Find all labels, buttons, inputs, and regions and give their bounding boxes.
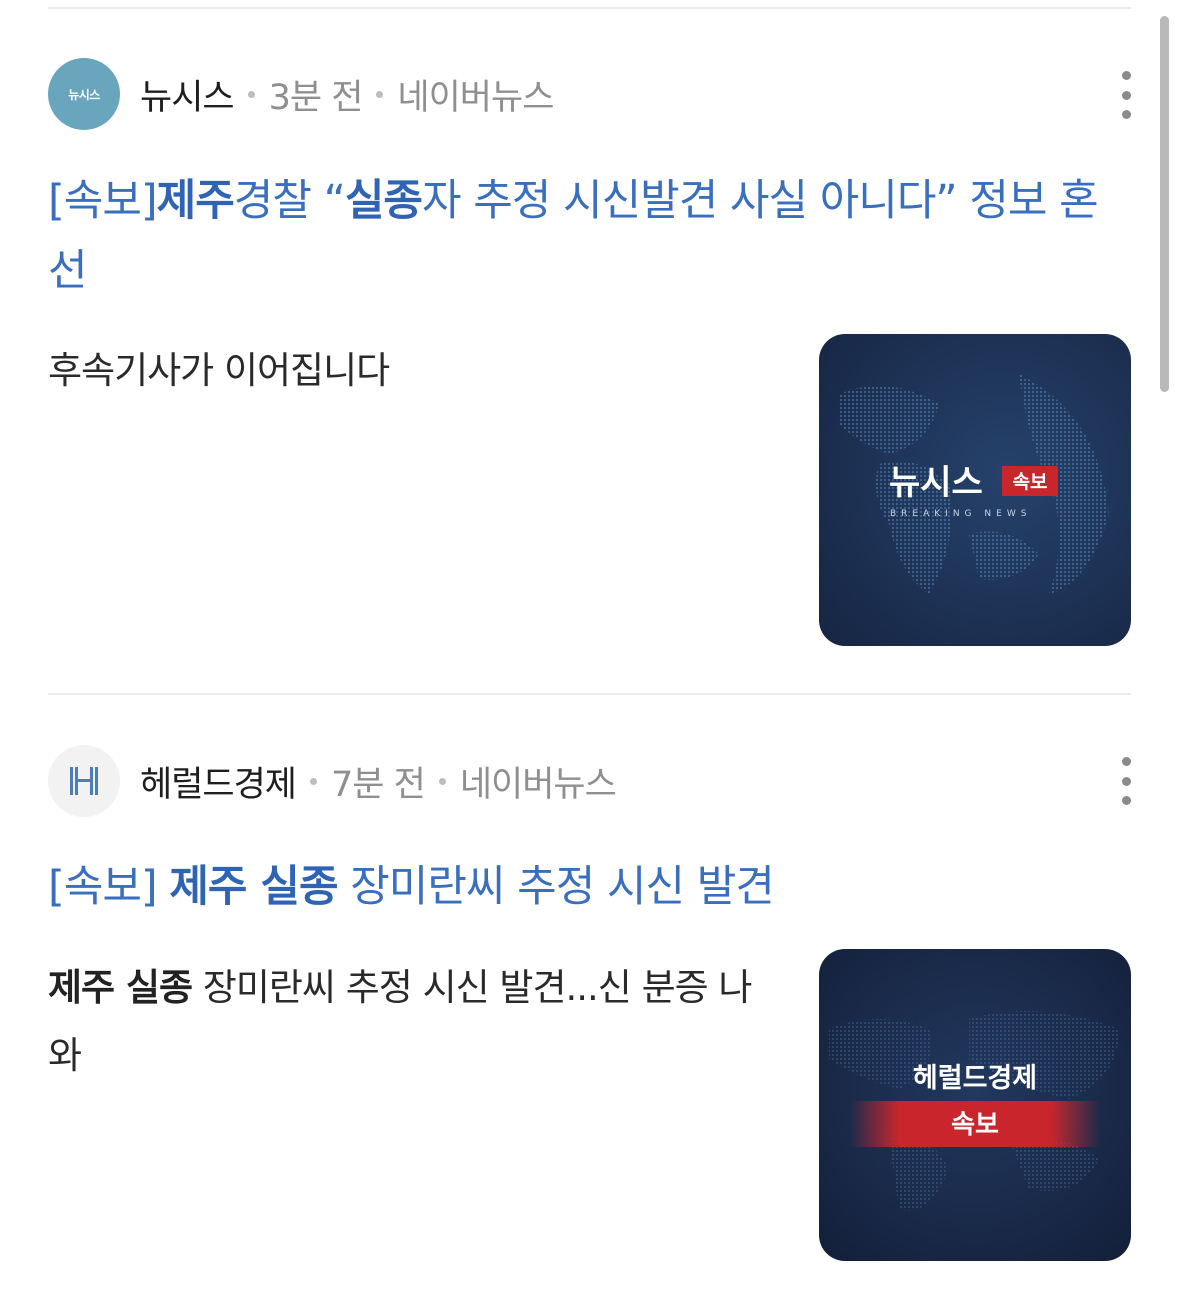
- source-name[interactable]: 뉴시스: [140, 69, 235, 120]
- newsis-logo[interactable]: 뉴시스: [48, 58, 120, 130]
- more-options-button[interactable]: [1116, 757, 1136, 805]
- article-thumbnail[interactable]: 뉴시스 속보 BREAKING NEWS: [819, 334, 1131, 646]
- summary-highlight: 제주 실종: [48, 966, 193, 1009]
- platform-label: 네이버뉴스: [459, 764, 617, 805]
- thumb-subtitle: BREAKING NEWS: [890, 509, 1031, 519]
- publish-time: 3분 전: [268, 77, 364, 118]
- more-vertical-icon: [1121, 757, 1131, 766]
- more-options-button[interactable]: [1116, 71, 1136, 119]
- title-highlight: 제주: [156, 176, 235, 226]
- herald-breaking-image: 헤럴드경제 속보: [819, 949, 1131, 1261]
- publish-time: 7분 전: [331, 764, 426, 805]
- more-vertical-icon: [1121, 90, 1131, 100]
- more-vertical-icon: [1121, 71, 1131, 80]
- title-part: [속보]: [48, 176, 158, 226]
- article-divider: [48, 693, 1131, 695]
- separator-dot: [438, 777, 446, 785]
- herald-h-icon: [70, 767, 98, 795]
- scrollbar[interactable]: [1160, 16, 1169, 392]
- title-part: [속보]: [48, 862, 170, 912]
- newsis-breaking-image: 뉴시스 속보 BREAKING NEWS: [819, 334, 1131, 646]
- thumb-brand: 뉴시스: [889, 463, 983, 503]
- herald-logo[interactable]: [48, 745, 120, 817]
- newsis-logo-text: 뉴시스: [68, 87, 100, 102]
- title-part: 장미란씨 추정 시신 발견: [337, 862, 775, 912]
- separator-dot: [310, 777, 318, 785]
- top-divider: [48, 7, 1131, 9]
- separator-dot: [247, 90, 255, 98]
- platform-label: 네이버뉴스: [397, 77, 554, 118]
- more-vertical-icon: [1121, 110, 1131, 119]
- source-name[interactable]: 헤럴드경제: [140, 756, 297, 807]
- article-summary[interactable]: 제주 실종 장미란씨 추정 시신 발견...신 분증 나와: [48, 954, 768, 1090]
- thumb-badge: 속보: [951, 1110, 999, 1140]
- thumb-badge: 속보: [1013, 471, 1048, 493]
- separator-dot: [376, 90, 384, 98]
- title-highlight: 실종: [344, 176, 423, 226]
- article-title[interactable]: [속보]제주경찰 “실종자 추정 시신발견 사실 아니다” 정보 혼선: [48, 166, 1128, 306]
- title-part: 경찰 “: [233, 176, 346, 226]
- article-thumbnail[interactable]: 헤럴드경제 속보: [819, 949, 1131, 1261]
- more-vertical-icon: [1121, 776, 1131, 786]
- article-summary[interactable]: 후속기사가 이어집니다: [48, 337, 768, 405]
- thumb-brand: 헤럴드경제: [913, 1063, 1037, 1094]
- article-title[interactable]: [속보] 제주 실종 장미란씨 추정 시신 발견: [48, 852, 1128, 922]
- more-vertical-icon: [1121, 796, 1131, 805]
- title-highlight: 제주 실종: [169, 862, 338, 912]
- summary-part: 후속기사가 이어집니다: [48, 349, 390, 392]
- source-row: 뉴시스 뉴시스 3분 전 네이버뉴스: [48, 58, 554, 130]
- source-row: 헤럴드경제 7분 전 네이버뉴스: [48, 745, 617, 817]
